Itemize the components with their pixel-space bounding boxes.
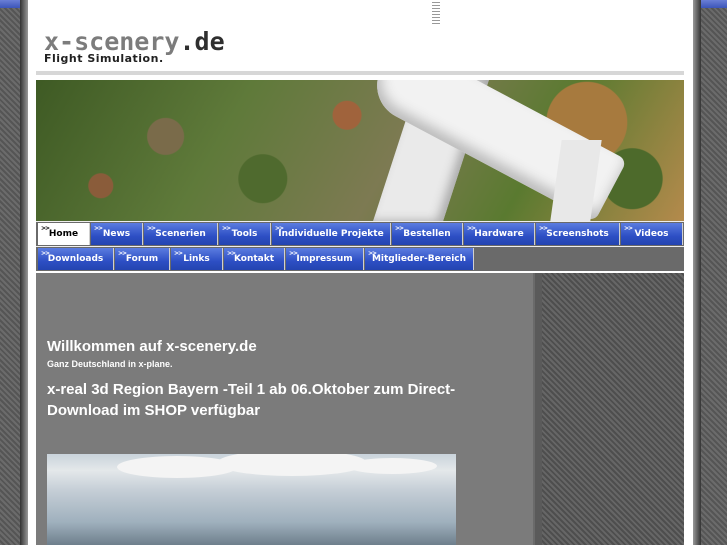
right-sidebar [542,273,684,545]
nav-item-label: Tools [231,229,258,239]
nav-arrow-icon: >> [275,225,284,232]
nav-item-tools[interactable]: >> Tools [219,223,271,245]
nav-item-label: Impressum [296,254,353,264]
nav-item-label: News [102,229,131,239]
nav-item-label: Scenerien [155,229,206,239]
nav-item-label: Screenshots [546,229,609,239]
nav-item-forum[interactable]: >> Forum [115,248,170,270]
nav-arrow-icon: >> [41,225,50,232]
grip-handle [432,2,440,24]
nav-item-links[interactable]: >> Links [171,248,223,270]
nav-arrow-icon: >> [467,225,476,232]
nav-item-videos[interactable]: >> Videos [621,223,683,245]
nav-item-mitglieder-bereich[interactable]: >> Mitglieder-Bereich [365,248,474,270]
nav-item-bestellen[interactable]: >> Bestellen [392,223,463,245]
nav-arrow-icon: >> [41,250,50,257]
sidebar-edge [535,273,542,545]
welcome-heading: Willkommen auf x-scenery.de [47,338,257,355]
page-shadow-right [693,0,701,545]
nav-item-screenshots[interactable]: >> Screenshots [536,223,620,245]
header-banner-image [36,80,684,221]
nav-arrow-icon: >> [222,225,231,232]
main-nav-row-2: >> Downloads >> Forum >> Links >> Kontakt >> Impr… [36,246,684,271]
header-divider [36,71,684,75]
nav-item-label: Links [183,254,210,264]
nav-item-label: Kontakt [233,254,275,264]
logo-title-suffix: .de [179,27,225,56]
news-headline[interactable]: x-real 3d Region Bayern -Teil 1 ab 06.Ok… [47,379,517,421]
nav-item-home[interactable]: >> Home [38,223,90,245]
site-logo[interactable]: x-scenery.de Flight Simulation. [44,27,225,66]
nav-arrow-icon: >> [147,225,156,232]
nav-item-label: Hardware [474,229,524,239]
nav-item-individuelle-projekte[interactable]: >> Individuelle Projekte [272,223,391,245]
cloud-shape [217,454,367,476]
main-content: Willkommen auf x-scenery.de Ganz Deutsch… [36,273,543,545]
cloud-shape [347,458,437,474]
nav-item-label: Individuelle Projekte [278,229,384,239]
nav-arrow-icon: >> [227,250,236,257]
nav-arrow-icon: >> [539,225,548,232]
welcome-tagline: Ganz Deutschland in x-plane. [47,359,173,369]
nav-arrow-icon: >> [94,225,103,232]
nav-item-kontakt[interactable]: >> Kontakt [224,248,285,270]
nav-arrow-icon: >> [118,250,127,257]
nav-item-label: Home [48,229,79,239]
nav-arrow-icon: >> [368,250,377,257]
nav-item-hardware[interactable]: >> Hardware [464,223,535,245]
nav-arrow-icon: >> [395,225,404,232]
news-image[interactable] [47,454,456,545]
nav-arrow-icon: >> [289,250,298,257]
nav-item-label: Bestellen [403,229,451,239]
nav-item-news[interactable]: >> News [91,223,143,245]
nav-item-label: Videos [634,229,669,239]
page-shadow-left [20,0,28,545]
page-container: x-scenery.de Flight Simulation. >> Home >>… [28,0,693,545]
nav-arrow-icon: >> [174,250,183,257]
nav-item-label: Downloads [47,254,104,264]
nav-arrow-icon: >> [624,225,633,232]
nav-item-downloads[interactable]: >> Downloads [38,248,114,270]
nav-item-label: Forum [125,254,159,264]
nav-item-label: Mitglieder-Bereich [371,254,467,264]
nav-item-scenerien[interactable]: >> Scenerien [144,223,218,245]
main-nav-row-1: >> Home >> News >> Scenerien >> Tools >> Individu… [36,221,684,246]
nav-item-impressum[interactable]: >> Impressum [286,248,364,270]
